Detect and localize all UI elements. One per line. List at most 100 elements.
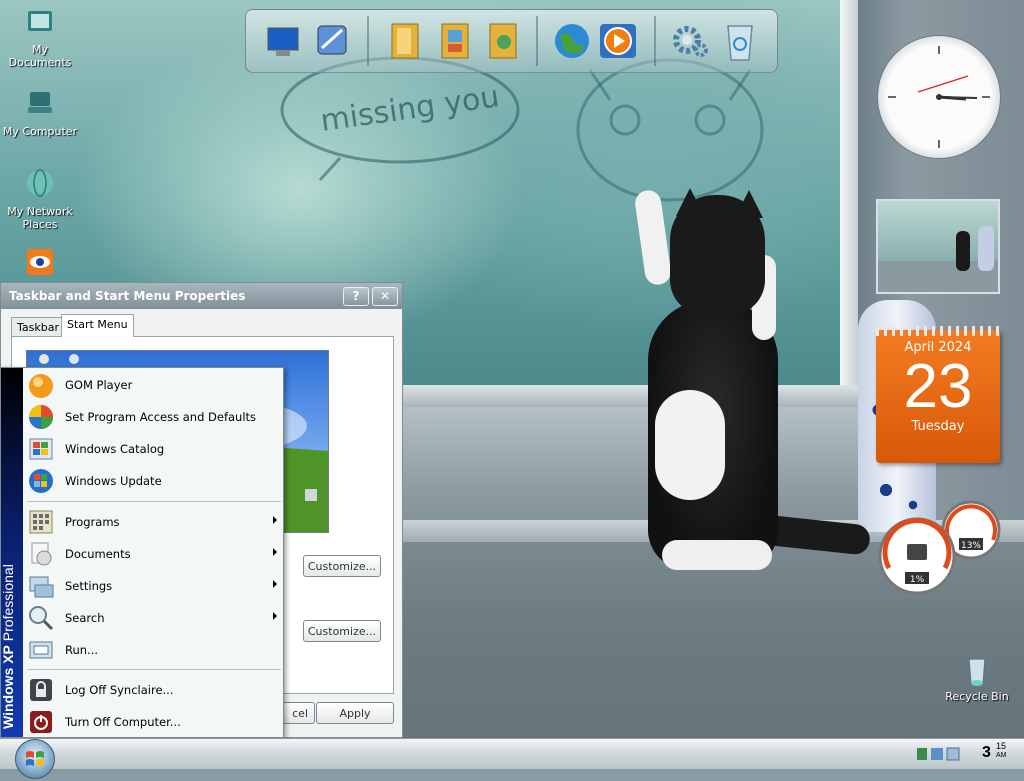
submenu-arrow-icon [273, 612, 277, 620]
wallpaper-text: missing you [318, 79, 501, 139]
start-menu-item-label: Programs [65, 515, 120, 529]
folder-icon [391, 23, 419, 59]
wallpaper-window-frame [840, 0, 858, 395]
documents-icon [31, 542, 52, 566]
system-tray-icons [917, 747, 960, 761]
start-menu-item-search[interactable]: Search [23, 602, 283, 634]
program-access-icon [29, 405, 53, 429]
network-globe-icon [27, 169, 53, 197]
recycle-bin-icon [727, 25, 753, 61]
memory-meter-value: 13% [961, 541, 981, 551]
quick-launch-music-folder[interactable] [482, 18, 526, 64]
start-menu-item-settings[interactable]: Settings [23, 570, 283, 602]
band-edition: Professional [0, 564, 16, 642]
windows-catalog-icon [29, 438, 53, 460]
quick-launch-recycle-bin[interactable] [718, 18, 762, 64]
monitor-tray-icon [931, 748, 943, 760]
customize-button-start-menu[interactable]: Customize... [303, 555, 381, 577]
pictures-folder-icon [441, 23, 469, 59]
documents-folder-icon [28, 11, 52, 31]
tab-taskbar[interactable]: Taskbar [11, 317, 65, 337]
cpu-meter-gadget[interactable]: 13% 1% [877, 500, 1003, 596]
clock-gadget[interactable] [877, 35, 1001, 159]
desktop-icon-label: Recycle Bin [945, 690, 1009, 703]
close-button[interactable]: ✕ [372, 287, 398, 306]
quick-launch-settings[interactable] [668, 18, 712, 64]
start-menu-item-windows-catalog[interactable]: Windows Catalog [23, 433, 283, 465]
start-menu-item-label: Run... [65, 643, 99, 657]
start-menu-item-label: Documents [65, 547, 131, 561]
settings-icon [29, 576, 54, 598]
quick-launch-bar [245, 9, 778, 73]
analog-clock-icon [888, 46, 990, 148]
desktop-icon-recycle-bin[interactable]: Recycle Bin [937, 655, 1017, 703]
start-menu: Windows XP Professional GOM Player Set P… [0, 367, 284, 738]
quick-launch-pictures-folder[interactable] [434, 18, 478, 64]
desktop-icon-label: My Documents [8, 43, 72, 69]
recycle-bin-icon [968, 658, 986, 686]
help-button[interactable]: ? [343, 287, 369, 306]
apply-button[interactable]: Apply [316, 702, 394, 724]
tab-start-menu[interactable]: Start Menu [61, 314, 134, 337]
start-menu-item-windows-update[interactable]: Windows Update [23, 465, 283, 497]
start-menu-divider [27, 669, 281, 670]
dialog-titlebar[interactable]: Taskbar and Start Menu Properties ? ✕ [1, 283, 402, 309]
quick-launch-network-settings[interactable] [310, 18, 354, 64]
computer-icon [28, 92, 52, 113]
taskbar [0, 738, 1024, 769]
start-menu-item-label: Log Off Synclaire... [65, 683, 174, 697]
run-icon [29, 641, 53, 659]
eye-app-icon [27, 249, 53, 275]
clock-minutes: 15 [996, 741, 1007, 751]
lock-icon [30, 679, 52, 701]
taskbar-clock[interactable]: 3 15 AM [982, 742, 1007, 762]
music-folder-icon [489, 23, 517, 59]
settings-gears-icon [673, 26, 708, 57]
power-icon [30, 711, 52, 733]
start-menu-item-label: Set Program Access and Defaults [65, 410, 257, 424]
dialog-title: Taskbar and Start Menu Properties [9, 289, 246, 303]
quick-launch-internet[interactable] [550, 18, 594, 64]
start-menu-item-label: Turn Off Computer... [65, 715, 181, 729]
calendar-gadget[interactable]: April 2024 23 Tuesday [876, 326, 1000, 463]
start-menu-item-gom-player[interactable]: GOM Player [23, 369, 283, 401]
start-menu-item-documents[interactable]: Documents [23, 538, 283, 570]
desktop-icon-my-computer[interactable]: My Computer [0, 87, 80, 138]
start-menu-item-log-off[interactable]: Log Off Synclaire... [23, 674, 283, 706]
gom-player-icon [29, 374, 53, 398]
quick-launch-folder[interactable] [384, 18, 428, 64]
media-player-icon [600, 24, 636, 58]
slideshow-thumbnail [878, 226, 998, 292]
start-menu-item-label: Windows Catalog [65, 442, 165, 456]
band-brand: Windows XP [0, 645, 16, 729]
start-menu-item-programs[interactable]: Programs [23, 506, 283, 538]
quick-launch-media-player[interactable] [596, 18, 640, 64]
start-menu-item-turn-off[interactable]: Turn Off Computer... [23, 706, 283, 738]
calendar-rings [876, 326, 1000, 336]
submenu-arrow-icon [273, 548, 277, 556]
start-button[interactable] [15, 739, 55, 779]
start-menu-item-label: Settings [65, 579, 113, 593]
monitor-icon [267, 27, 299, 56]
start-menu-item-program-access[interactable]: Set Program Access and Defaults [23, 401, 283, 433]
desktop-icon-label: My Network Places [7, 205, 73, 231]
search-icon [29, 606, 54, 631]
desktop-icon-my-network-places[interactable]: My Network Places [0, 167, 80, 231]
cpu-meter-dials: 13% 1% [878, 500, 1001, 595]
start-menu-band-text: Windows XP Professional [0, 469, 24, 729]
start-menu-band: Windows XP Professional [0, 368, 24, 737]
display-tray-icon [946, 747, 960, 761]
quick-launch-my-computer[interactable] [262, 18, 306, 64]
network-tray-icon [917, 748, 927, 760]
windows-logo-icon [26, 751, 44, 766]
programs-icon [29, 510, 53, 534]
desktop-icon-my-documents[interactable]: My Documents [0, 5, 80, 69]
start-menu-item-label: Search [65, 611, 105, 625]
clock-ampm: AM [996, 752, 1007, 759]
slideshow-gadget[interactable] [876, 199, 1000, 294]
desktop-icon-eye-app[interactable] [0, 246, 80, 284]
submenu-arrow-icon [273, 516, 277, 524]
start-menu-item-label: Windows Update [65, 474, 162, 488]
customize-button-classic[interactable]: Customize... [303, 620, 381, 642]
start-menu-item-run[interactable]: Run... [23, 634, 283, 666]
